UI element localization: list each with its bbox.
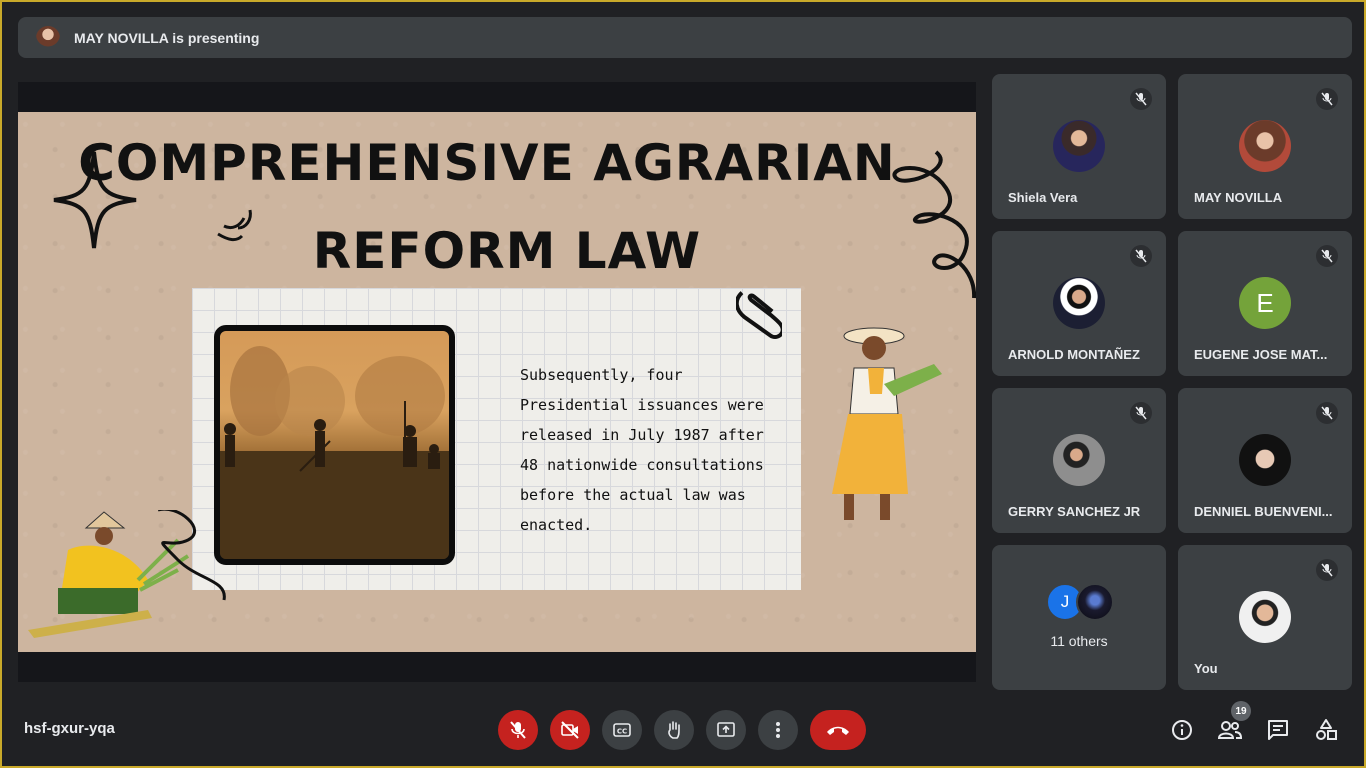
chat-button[interactable] bbox=[1264, 716, 1292, 744]
participant-name: EUGENE JOSE MAT... bbox=[1194, 347, 1328, 362]
avatar bbox=[1076, 583, 1114, 621]
avatar bbox=[1053, 120, 1105, 172]
avatar bbox=[1239, 434, 1291, 486]
present-now-button[interactable] bbox=[706, 710, 746, 750]
camera-off-icon bbox=[561, 721, 579, 739]
mic-off-icon bbox=[1130, 245, 1152, 267]
raise-hand-button[interactable] bbox=[654, 710, 694, 750]
participant-tile-eugene-jose[interactable]: E EUGENE JOSE MAT... bbox=[1178, 231, 1352, 376]
end-call-icon bbox=[827, 726, 849, 735]
slide: COMPREHENSIVE AGRARIAN REFORM LAW Subseq… bbox=[18, 112, 976, 652]
info-icon bbox=[1172, 720, 1192, 740]
participant-count-badge: 19 bbox=[1231, 701, 1251, 721]
slide-body-text: Subsequently, four Presidential issuance… bbox=[520, 366, 764, 534]
paperclip-icon bbox=[736, 291, 782, 339]
participant-name: Shiela Vera bbox=[1008, 190, 1078, 205]
participant-tile-you[interactable]: You bbox=[1178, 545, 1352, 690]
avatar bbox=[1053, 434, 1105, 486]
participant-tile-shiela-vera[interactable]: Shiela Vera bbox=[992, 74, 1166, 219]
avatar bbox=[1053, 277, 1105, 329]
avatar bbox=[1239, 120, 1291, 172]
participant-name: You bbox=[1194, 661, 1218, 676]
mic-off-icon bbox=[1316, 88, 1338, 110]
mic-toggle-button[interactable] bbox=[498, 710, 538, 750]
participant-tile-others[interactable]: J 11 others bbox=[992, 545, 1166, 690]
farmer-woman-illustration bbox=[832, 327, 942, 520]
present-icon bbox=[717, 722, 735, 737]
presenter-avatar bbox=[36, 25, 60, 50]
more-options-button[interactable] bbox=[758, 710, 798, 750]
avatar bbox=[1239, 591, 1291, 643]
mic-off-icon bbox=[1130, 88, 1152, 110]
farmer-crouching-illustration bbox=[28, 510, 226, 638]
farm-scene-illustration bbox=[220, 346, 449, 559]
participant-name: DENNIEL BUENVENI... bbox=[1194, 504, 1333, 519]
participant-name: GERRY SANCHEZ JR bbox=[1008, 504, 1141, 519]
mic-off-icon bbox=[1316, 402, 1338, 424]
mic-off-icon bbox=[1316, 559, 1338, 581]
participant-tile-may-novilla[interactable]: MAY NOVILLA bbox=[1178, 74, 1352, 219]
others-count-label: 11 others bbox=[1050, 633, 1108, 649]
more-icon bbox=[776, 722, 780, 738]
svg-text:CC: CC bbox=[617, 728, 627, 736]
participant-name: MAY NOVILLA bbox=[1194, 190, 1283, 205]
participant-tile-arnold-montanez[interactable]: ARNOLD MONTAÑEZ bbox=[992, 231, 1166, 376]
participant-tile-gerry-sanchez[interactable]: GERRY SANCHEZ JR bbox=[992, 388, 1166, 533]
chat-icon bbox=[1268, 720, 1288, 740]
meeting-details-button[interactable] bbox=[1168, 716, 1196, 744]
raise-hand-icon bbox=[668, 721, 680, 739]
presentation-stage: COMPREHENSIVE AGRARIAN REFORM LAW Subseq… bbox=[18, 82, 976, 682]
participant-tile-denniel-buenveni[interactable]: DENNIEL BUENVENI... bbox=[1178, 388, 1352, 533]
others-avatar-stack: J bbox=[1046, 583, 1120, 623]
activities-button[interactable] bbox=[1312, 716, 1340, 744]
presenting-label: MAY NOVILLA is presenting bbox=[74, 29, 260, 46]
avatar: E bbox=[1239, 277, 1291, 329]
slide-title-line2: REFORM LAW bbox=[312, 222, 702, 280]
activities-icon bbox=[1316, 719, 1337, 740]
slide-title-line1: COMPREHENSIVE AGRARIAN bbox=[78, 134, 896, 192]
meeting-code: hsf-gxur-yqa bbox=[24, 720, 115, 737]
captions-icon: CC bbox=[613, 723, 631, 737]
presenting-banner: MAY NOVILLA is presenting bbox=[18, 17, 1352, 58]
farm-workers-photo bbox=[214, 325, 455, 565]
participant-name: ARNOLD MONTAÑEZ bbox=[1008, 347, 1140, 362]
captions-button[interactable]: CC bbox=[602, 710, 642, 750]
people-icon bbox=[1217, 721, 1243, 739]
mic-off-icon bbox=[510, 721, 526, 739]
mic-off-icon bbox=[1130, 402, 1152, 424]
mic-off-icon bbox=[1316, 245, 1338, 267]
camera-toggle-button[interactable] bbox=[550, 710, 590, 750]
leave-call-button[interactable] bbox=[810, 710, 866, 750]
